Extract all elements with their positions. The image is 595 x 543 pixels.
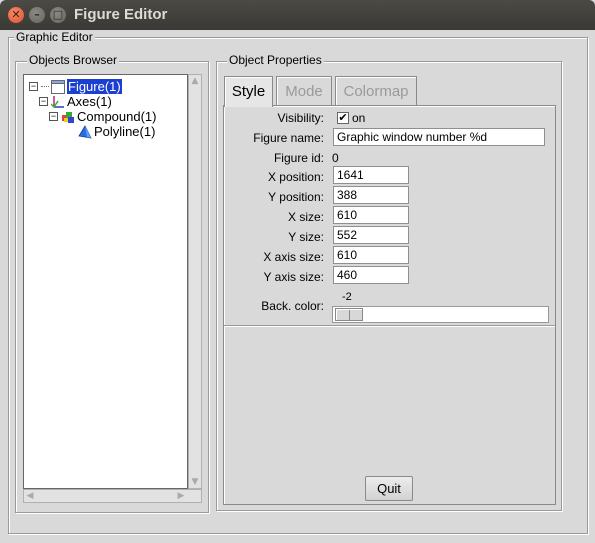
x-size-label: X size: xyxy=(287,210,324,224)
x-axis-size-label: X axis size: xyxy=(263,250,324,264)
x-position-label: X position: xyxy=(267,170,324,184)
x-axis-size-field[interactable]: 610 xyxy=(333,246,409,264)
tree-item-label: Figure(1) xyxy=(66,78,123,95)
figure-name-field[interactable]: Graphic window number %d xyxy=(333,128,545,146)
scroll-left-icon[interactable]: ◀ xyxy=(24,490,36,502)
y-size-field[interactable]: 552 xyxy=(333,226,409,244)
objects-browser-label: Objects Browser xyxy=(27,53,120,67)
object-properties-label: Object Properties xyxy=(227,53,324,67)
scroll-right-icon[interactable]: ▶ xyxy=(175,490,187,502)
y-size-label: Y size: xyxy=(288,230,324,244)
compound-icon xyxy=(62,111,74,123)
y-axis-size-label: Y axis size: xyxy=(263,270,324,284)
axes-icon xyxy=(51,95,64,108)
polyline-icon xyxy=(78,124,92,139)
collapse-icon[interactable]: − xyxy=(29,82,38,91)
y-axis-size-field[interactable]: 460 xyxy=(333,266,409,284)
back-color-value: -2 xyxy=(342,291,352,303)
slider-handle[interactable] xyxy=(335,308,363,321)
window-title: Figure Editor xyxy=(74,6,168,23)
visibility-value-label: on xyxy=(352,111,366,125)
maximize-icon[interactable]: □ xyxy=(50,7,66,23)
tree-item-figure[interactable]: − Figure(1) xyxy=(29,78,123,95)
figure-id-value: 0 xyxy=(332,151,339,165)
close-icon[interactable]: ✕ xyxy=(8,7,24,23)
collapse-icon[interactable]: − xyxy=(39,97,48,106)
scroll-up-icon[interactable]: ▲ xyxy=(189,75,201,87)
visibility-label: Visibility: xyxy=(277,111,324,125)
quit-button[interactable]: Quit xyxy=(365,476,413,501)
tree-item-label: Axes(1) xyxy=(67,94,112,109)
graphic-editor-label: Graphic Editor xyxy=(14,30,95,44)
title-bar: ✕ – □ Figure Editor xyxy=(0,0,595,30)
figure-id-label: Figure id: xyxy=(273,151,324,165)
tab-mode[interactable]: Mode xyxy=(276,76,332,106)
tree-connector xyxy=(41,86,49,87)
y-position-label: Y position: xyxy=(268,190,324,204)
back-color-slider[interactable] xyxy=(332,306,549,323)
y-position-field[interactable]: 388 xyxy=(333,186,409,204)
tree-item-axes[interactable]: − Axes(1) xyxy=(39,94,112,109)
scroll-down-icon[interactable]: ▼ xyxy=(189,476,201,488)
figure-window-icon xyxy=(51,79,65,94)
x-position-field[interactable]: 1641 xyxy=(333,166,409,184)
figure-name-label: Figure name: xyxy=(253,131,324,145)
separator xyxy=(224,325,555,327)
visibility-checkbox[interactable]: ✔ xyxy=(337,112,349,124)
x-size-field[interactable]: 610 xyxy=(333,206,409,224)
tab-colormap[interactable]: Colormap xyxy=(335,76,417,106)
minimize-icon[interactable]: – xyxy=(29,7,45,23)
back-color-label: Back. color: xyxy=(261,299,324,313)
tree-horizontal-scrollbar[interactable]: ◀ ▶ xyxy=(23,489,202,503)
collapse-icon[interactable]: − xyxy=(49,112,58,121)
tab-style[interactable]: Style xyxy=(224,76,273,107)
